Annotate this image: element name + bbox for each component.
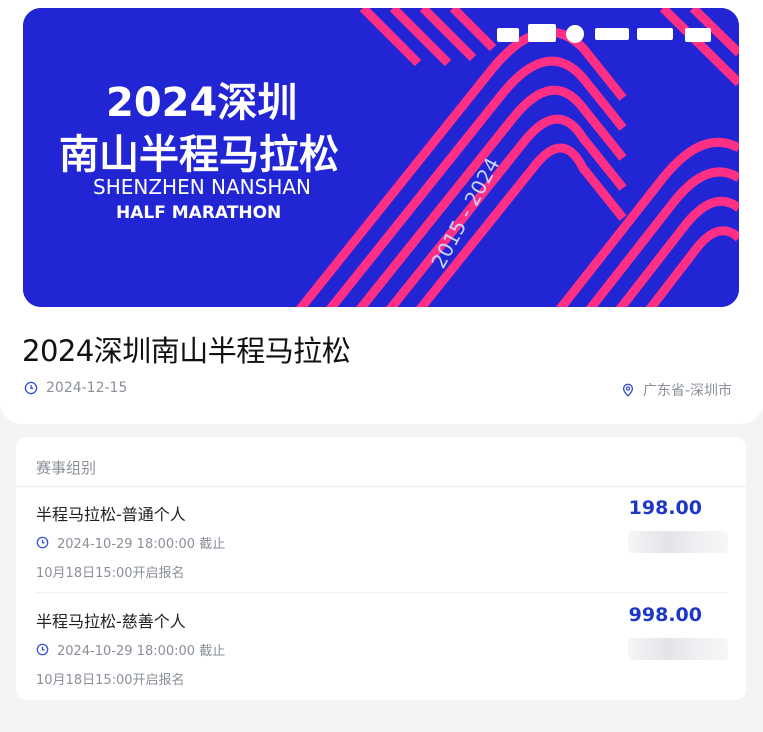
race-groups-header: 赛事组别 bbox=[36, 459, 97, 477]
clock-icon bbox=[36, 643, 49, 656]
event-meta: 2024-12-15 广东省-深圳市 bbox=[24, 380, 732, 400]
race-group-name: 半程马拉松-普通个人 bbox=[36, 505, 186, 524]
event-location-text: 广东省-深圳市 bbox=[642, 383, 732, 399]
blurred-info bbox=[628, 638, 728, 660]
banner-subtitle-line1: SHENZHEN NANSHAN bbox=[93, 175, 311, 199]
race-group-deadline-text: 2024-10-29 18:00:00 截止 bbox=[57, 537, 226, 552]
race-group-deadline: 2024-10-29 18:00:00 截止 bbox=[36, 640, 225, 659]
event-banner: 2024深圳 南山半程马拉松 SHENZHEN NANSHAN HALF MAR… bbox=[23, 8, 739, 307]
banner-subtitle-line2: HALF MARATHON bbox=[116, 203, 281, 223]
race-groups-card: 赛事组别 半程马拉松-普通个人 2024-10-29 18:00:00 截止 1… bbox=[16, 437, 746, 700]
location-pin-icon bbox=[622, 383, 633, 397]
race-group-opening: 10月18日15:00开启报名 bbox=[36, 566, 185, 581]
event-date-text: 2024-12-15 bbox=[46, 380, 128, 396]
event-title: 2024深圳南山半程马拉松 bbox=[22, 334, 351, 368]
race-group-deadline: 2024-10-29 18:00:00 截止 bbox=[36, 533, 225, 552]
race-group-price: 198.00 bbox=[628, 497, 702, 519]
header-divider bbox=[16, 486, 746, 487]
event-header-card: 2024深圳 南山半程马拉松 SHENZHEN NANSHAN HALF MAR… bbox=[0, 0, 763, 424]
race-group-name: 半程马拉松-慈善个人 bbox=[36, 612, 186, 631]
banner-title-line2: 南山半程马拉松 bbox=[59, 132, 339, 178]
event-date: 2024-12-15 bbox=[24, 380, 127, 396]
race-group-item[interactable]: 半程马拉松-普通个人 2024-10-29 18:00:00 截止 10月18日… bbox=[36, 497, 728, 601]
banner-artwork: 2024深圳 南山半程马拉松 SHENZHEN NANSHAN HALF MAR… bbox=[23, 8, 739, 307]
banner-title-line1: 2024深圳 bbox=[106, 80, 297, 126]
race-group-deadline-text: 2024-10-29 18:00:00 截止 bbox=[57, 644, 226, 659]
race-group-opening: 10月18日15:00开启报名 bbox=[36, 673, 185, 688]
clock-icon bbox=[24, 381, 38, 395]
race-group-item[interactable]: 半程马拉松-慈善个人 2024-10-29 18:00:00 截止 10月18日… bbox=[36, 604, 728, 708]
race-group-price: 998.00 bbox=[628, 604, 702, 626]
blurred-info bbox=[628, 531, 728, 553]
clock-icon bbox=[36, 536, 49, 549]
row-divider bbox=[36, 592, 728, 593]
event-location: 广东省-深圳市 bbox=[621, 380, 732, 400]
